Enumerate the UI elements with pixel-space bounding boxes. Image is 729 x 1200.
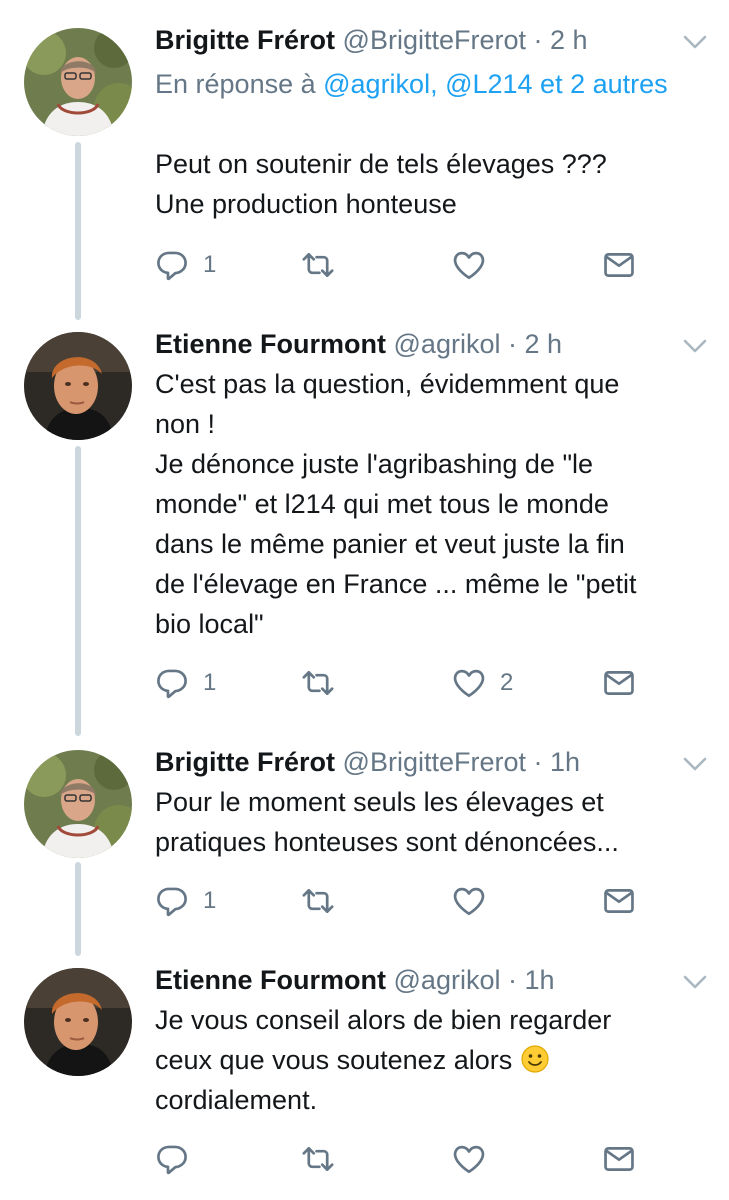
- retweet-button[interactable]: [301, 881, 335, 921]
- retweet-icon: [301, 248, 335, 282]
- envelope-icon: [602, 248, 636, 282]
- chevron-down-icon[interactable]: [680, 32, 710, 52]
- tweet-text-line: bio local": [155, 609, 264, 639]
- tweet-text-line: non !: [155, 409, 216, 439]
- avatar[interactable]: [24, 332, 132, 440]
- like-count: 2: [500, 669, 514, 696]
- direct-message-button[interactable]: [602, 881, 636, 921]
- avatar[interactable]: [24, 968, 132, 1076]
- reply-button[interactable]: 1: [155, 881, 216, 921]
- envelope-icon: [602, 884, 636, 918]
- tweet-text-line: monde" et l214 qui met tous le monde: [155, 489, 609, 519]
- tweet-text: Peut on soutenir de tels élevages ??? Un…: [155, 144, 705, 224]
- tweet-text-line: dans le même panier et veut juste la fin: [155, 529, 625, 559]
- tweet-header: Brigitte Frérot @BrigitteFrerot · 2 h: [155, 20, 588, 60]
- author-handle[interactable]: @BrigitteFrerot: [343, 25, 526, 55]
- tweet-text: Pour le moment seuls les élevages et pra…: [155, 782, 705, 862]
- tweet-text-line: cordialement.: [155, 1085, 318, 1115]
- like-button[interactable]: [452, 1139, 500, 1179]
- like-button[interactable]: 2: [452, 663, 513, 703]
- retweet-icon: [301, 666, 335, 700]
- tweet-text-line: Une production honteuse: [155, 189, 457, 219]
- reply-count: 1: [203, 887, 217, 914]
- tweet-header: Brigitte Frérot @BrigitteFrerot · 1h: [155, 742, 580, 782]
- tweet-text: C'est pas la question, évidemment que no…: [155, 364, 705, 644]
- chevron-down-icon[interactable]: [680, 754, 710, 774]
- tweet: Etienne Fourmont @agrikol · 2 h C'est pa…: [0, 324, 729, 724]
- reply-icon: [155, 884, 189, 918]
- heart-icon: [452, 248, 486, 282]
- envelope-icon: [602, 1142, 636, 1176]
- reply-icon: [155, 248, 189, 282]
- reply-prefix: En réponse à: [155, 69, 324, 99]
- retweet-button[interactable]: [301, 663, 335, 703]
- smiley-emoji-icon: [520, 1044, 550, 1074]
- tweet-header: Etienne Fourmont @agrikol · 1h: [155, 960, 555, 1000]
- tweet-text-line-with-emoji: ceux que vous soutenez alors: [155, 1040, 705, 1080]
- tweet-text: Je vous conseil alors de bien regarder c…: [155, 1000, 705, 1120]
- reply-icon: [155, 666, 189, 700]
- tweet-text-line: Pour le moment seuls les élevages et: [155, 787, 604, 817]
- separator-dot: ·: [507, 329, 517, 359]
- author-handle[interactable]: @BrigitteFrerot: [343, 747, 526, 777]
- reply-context: En réponse à @agrikol, @L214 et 2 autres: [155, 64, 675, 104]
- reply-icon: [155, 1142, 189, 1176]
- tweet-text-line: de l'élevage en France ... même le "peti…: [155, 569, 637, 599]
- direct-message-button[interactable]: [602, 245, 636, 285]
- retweet-icon: [301, 884, 335, 918]
- direct-message-button[interactable]: [602, 1139, 636, 1179]
- timestamp[interactable]: 2 h: [525, 329, 563, 359]
- author-name[interactable]: Brigitte Frérot: [155, 747, 335, 777]
- reply-button[interactable]: 1: [155, 245, 216, 285]
- like-button[interactable]: [452, 245, 500, 285]
- tweet-text-line: Je vous conseil alors de bien regarder: [155, 1005, 612, 1035]
- heart-icon: [452, 666, 486, 700]
- like-button[interactable]: [452, 881, 500, 921]
- tweet: Etienne Fourmont @agrikol · 1h Je vous c…: [0, 960, 729, 1200]
- timestamp[interactable]: 1h: [525, 965, 555, 995]
- reply-button[interactable]: 1: [155, 663, 216, 703]
- chevron-down-icon[interactable]: [680, 336, 710, 356]
- retweet-button[interactable]: [301, 245, 335, 285]
- tweet-text-line: pratiques honteuses sont dénoncées...: [155, 827, 619, 857]
- action-bar: 1: [155, 245, 655, 285]
- tweet-header: Etienne Fourmont @agrikol · 2 h: [155, 324, 562, 364]
- separator-dot: ·: [533, 747, 543, 777]
- chevron-down-icon[interactable]: [680, 972, 710, 992]
- action-bar: [155, 1139, 655, 1179]
- avatar[interactable]: [24, 28, 132, 136]
- reply-count: 1: [203, 251, 217, 278]
- action-bar: 1 2: [155, 663, 655, 703]
- retweet-button[interactable]: [301, 1139, 335, 1179]
- author-name[interactable]: Brigitte Frérot: [155, 25, 335, 55]
- tweet-text-line: ceux que vous soutenez alors: [155, 1045, 513, 1075]
- tweet-text-line: Je dénonce juste l'agribashing de "le: [155, 449, 594, 479]
- author-handle[interactable]: @agrikol: [394, 329, 501, 359]
- action-bar: 1: [155, 881, 655, 921]
- timestamp[interactable]: 2 h: [550, 25, 588, 55]
- tweet: Brigitte Frérot @BrigitteFrerot · 1h Pou…: [0, 742, 729, 942]
- tweet: Brigitte Frérot @BrigitteFrerot · 2 h En…: [0, 20, 729, 310]
- timestamp[interactable]: 1h: [550, 747, 580, 777]
- heart-icon: [452, 1142, 486, 1176]
- heart-icon: [452, 884, 486, 918]
- author-handle[interactable]: @agrikol: [394, 965, 501, 995]
- envelope-icon: [602, 666, 636, 700]
- reply-mentions-link[interactable]: @agrikol, @L214 et 2 autres: [323, 69, 668, 99]
- author-name[interactable]: Etienne Fourmont: [155, 965, 386, 995]
- separator-dot: ·: [507, 965, 517, 995]
- author-name[interactable]: Etienne Fourmont: [155, 329, 386, 359]
- reply-count: 1: [203, 669, 217, 696]
- reply-button[interactable]: [155, 1139, 203, 1179]
- retweet-icon: [301, 1142, 335, 1176]
- tweet-text-line: Peut on soutenir de tels élevages ???: [155, 149, 607, 179]
- separator-dot: ·: [533, 25, 543, 55]
- direct-message-button[interactable]: [602, 663, 636, 703]
- tweet-text-line: C'est pas la question, évidemment que: [155, 369, 620, 399]
- avatar[interactable]: [24, 750, 132, 858]
